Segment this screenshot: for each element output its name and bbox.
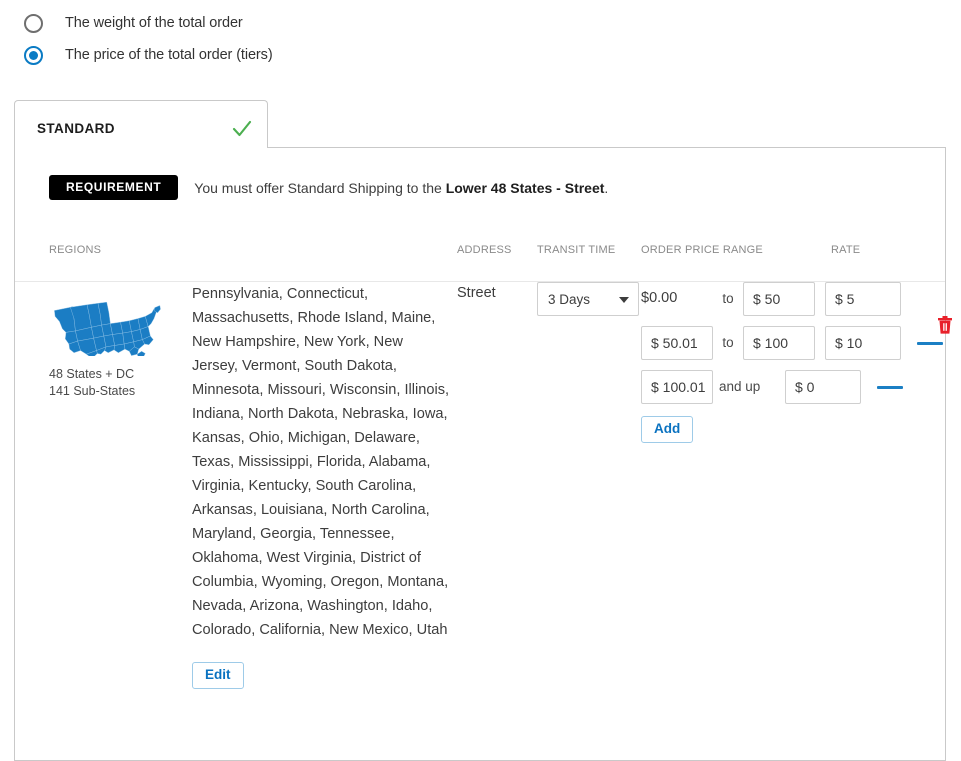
add-tier-button[interactable]: Add xyxy=(641,416,694,443)
tier-3-separator: and up xyxy=(719,379,761,394)
tier-2-to-input[interactable] xyxy=(743,326,815,360)
remove-tier-3-button[interactable] xyxy=(877,386,903,389)
column-header-order-price-range: ORDER PRICE RANGE xyxy=(641,244,763,256)
radio-price-tiers-indicator[interactable] xyxy=(24,45,43,65)
order-price-tiers-cell: $0.00 to to and up Add xyxy=(641,282,951,443)
tier-1-rate-input[interactable] xyxy=(825,282,901,316)
tier-3-from-input[interactable] xyxy=(641,370,713,404)
requirement-notice: REQUIREMENT You must offer Standard Ship… xyxy=(49,175,608,200)
tier-1-from-value: $0.00 xyxy=(641,290,678,306)
region-map-cell: 48 States + DC 141 Sub-States xyxy=(49,296,179,400)
tier-1-to-input[interactable] xyxy=(743,282,815,316)
requirement-text: You must offer Standard Shipping to the … xyxy=(194,180,608,196)
column-header-regions: REGIONS xyxy=(49,244,102,256)
edit-regions-button[interactable]: Edit xyxy=(192,662,244,689)
tab-standard[interactable]: STANDARD xyxy=(14,100,268,148)
column-header-transit-time: TRANSIT TIME xyxy=(537,244,616,256)
region-substates-count: 141 Sub-States xyxy=(49,384,136,398)
tier-2-from-input[interactable] xyxy=(641,326,713,360)
requirement-badge: REQUIREMENT xyxy=(49,175,179,200)
check-icon xyxy=(231,118,253,140)
region-address-value: Street xyxy=(457,285,496,301)
radio-option-weight-label: The weight of the total order xyxy=(65,15,243,31)
radio-option-price-tiers[interactable]: The price of the total order (tiers) xyxy=(24,40,524,70)
tier-1-separator: to xyxy=(722,291,734,306)
region-states-cell: Pennsylvania, Connecticut, Massachusetts… xyxy=(192,282,450,689)
column-header-address: ADDRESS xyxy=(457,244,512,256)
radio-option-weight[interactable]: The weight of the total order xyxy=(24,8,524,38)
tab-active-mask xyxy=(15,146,267,149)
tier-2-rate-input[interactable] xyxy=(825,326,901,360)
requirement-text-bold: Lower 48 States - Street xyxy=(445,179,605,196)
region-states-list: Pennsylvania, Connecticut, Massachusetts… xyxy=(192,286,450,638)
transit-time-select[interactable]: 3 Days xyxy=(537,282,639,316)
region-states-count: 48 States + DC xyxy=(49,367,135,381)
delete-region-button[interactable] xyxy=(937,315,953,335)
table-column-headers: REGIONS ADDRESS TRANSIT TIME ORDER PRICE… xyxy=(15,244,945,281)
price-tier-row: to xyxy=(641,326,951,370)
tier-3-rate-input[interactable] xyxy=(785,370,861,404)
chevron-down-icon xyxy=(619,297,629,303)
transit-time-cell: 3 Days xyxy=(537,282,639,316)
price-tier-row: $0.00 to xyxy=(641,282,951,326)
requirement-text-after: . xyxy=(604,179,609,196)
trash-icon xyxy=(937,316,953,338)
shipping-basis-radio-group: The weight of the total order The price … xyxy=(24,8,524,72)
tab-standard-label: STANDARD xyxy=(37,121,115,136)
tier-2-separator: to xyxy=(722,335,734,350)
column-header-rate: RATE xyxy=(831,244,861,256)
price-tier-row: and up xyxy=(641,370,951,414)
radio-weight-indicator[interactable] xyxy=(24,13,43,33)
transit-time-selected-value: 3 Days xyxy=(548,292,591,307)
us-map-icon xyxy=(49,296,179,356)
region-map-caption: 48 States + DC 141 Sub-States xyxy=(49,366,179,400)
requirement-text-before: You must offer Standard Shipping to the xyxy=(194,179,446,196)
remove-tier-2-button[interactable] xyxy=(917,342,943,345)
standard-shipping-card: REQUIREMENT You must offer Standard Ship… xyxy=(14,147,952,761)
radio-option-price-tiers-label: The price of the total order (tiers) xyxy=(65,47,273,63)
